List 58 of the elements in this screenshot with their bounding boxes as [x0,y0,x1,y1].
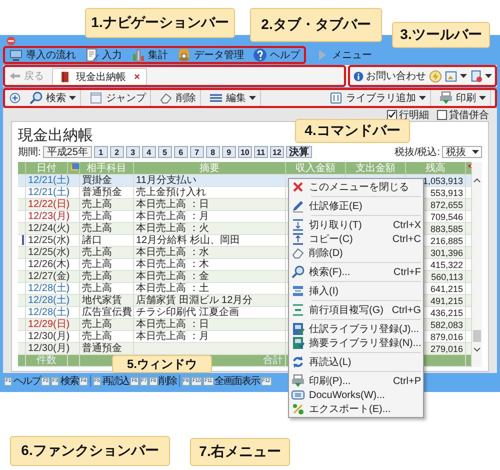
memo-cell: 店舗家賃 田淵ビル 12月分 [136,295,253,306]
balance-cell: 301,396 [430,248,463,258]
memo-cell: 12月分給料 杉山、岡田 [136,235,240,246]
balance-cell: 641,215 [430,284,463,294]
account-cell: 売上高 [80,271,134,283]
period-label: 期間: [18,146,41,159]
balance-cell: 709,546 [430,212,463,222]
callout-label: 4.コマンドバー [295,119,410,143]
balance-cell: 582,083 [430,320,463,330]
tax-label: 税抜/税込: [394,146,440,159]
balance-cell: 415,322 [430,260,463,270]
memo-cell: 11月分支払い [136,175,196,186]
balance-cell: 279,016 [430,344,463,354]
account-cell: 売上高 [80,319,134,331]
balance-cell: 1,053,913 [422,176,463,186]
date-cell: 12/24(火) [26,223,68,235]
date-cell: 12/21(土) [26,175,68,187]
account-cell: 売上高 [80,247,134,259]
callout-label: 3.ツールバー [392,22,490,48]
account-cell: 売上高 [80,199,134,211]
callout-label: 5.ウィンドウ [112,355,212,373]
date-cell: 12/28(土) [26,295,68,307]
account-cell: 地代家賃 [80,295,134,307]
memo-cell: 本日売上高 ：金 [136,271,209,282]
account-cell: 買掛金 [80,175,134,187]
balance-cell: 883,585 [430,224,463,234]
balance-cell: 879,016 [430,332,463,342]
date-cell: 12/29(日) [26,319,68,331]
memo-cell: 本日売上高 ：水 [136,247,209,258]
memo-cell: 本日売上高 ：月 [136,331,209,342]
count-label: 件数 [26,355,68,367]
option-label: 貸借併合 [449,108,489,122]
callout-label: 6.ファンクションバー [10,436,170,466]
account-cell: 売上高 [80,223,134,235]
callout-label: 1.ナビゲーションバー [85,8,235,38]
callout-label: 2.タブ・タブバー [250,8,382,42]
total-label: 合計 [263,355,283,366]
date-cell: 12/22(日) [26,199,68,211]
balance-cell: 436,215 [430,308,463,318]
memo-cell: 本日売上高 ：土 [136,283,209,294]
memo-cell: 本日売上高 ：日 [136,319,209,330]
option-label: 行明細 [399,108,429,122]
date-cell: 12/25(水) [26,247,68,259]
tab-label: 現金出納帳 [76,70,126,84]
callout-label: 7.右メニュー [190,438,290,466]
memo-cell: 売上金預け入れ [136,187,206,198]
balance-cell: 216,885 [430,236,463,246]
memo-cell: 本日売上高 ：火 [136,223,209,234]
memo-cell: 本日売上高 ：月 [136,211,209,222]
memo-cell: 本日売上高 ：日 [136,199,209,210]
ledger-title: 現金出納帳 [18,126,93,145]
balance-cell: 553,913 [430,188,463,198]
balance-cell: 560,113 [431,272,463,282]
balance-cell: 491,215 [430,296,463,306]
balance-cell: 872,655 [430,200,463,210]
date-cell: 12/27(金) [26,271,68,283]
memo-cell: 本日売上高 ：木 [136,259,209,270]
memo-cell: チラシ印刷代 江夏企画 [136,307,239,318]
